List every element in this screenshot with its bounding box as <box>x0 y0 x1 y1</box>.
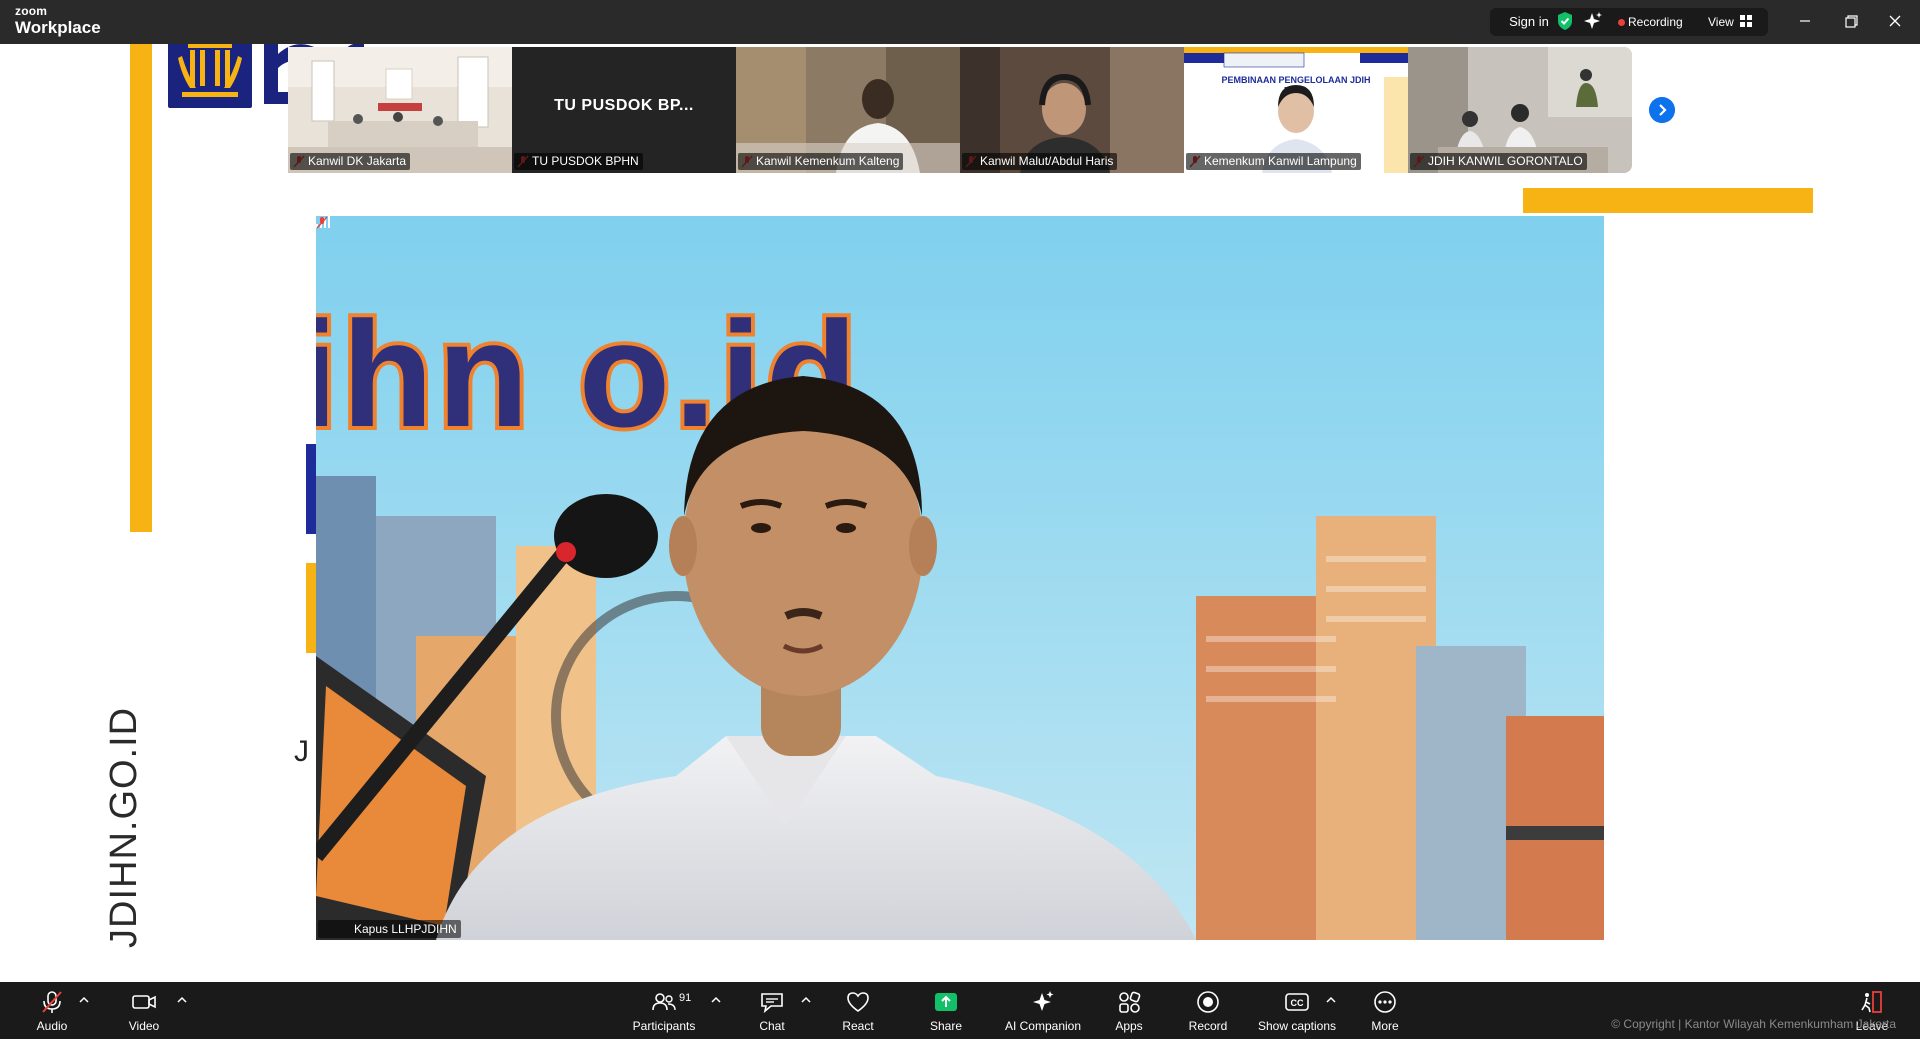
participant-tile[interactable]: Kanwil DK Jakarta <box>288 47 512 173</box>
title-bar: zoom Workplace Sign in Recording View <box>0 0 1920 44</box>
video-label: Video <box>128 1019 160 1033</box>
record-button[interactable]: Record <box>1178 982 1238 1039</box>
heart-icon <box>847 992 869 1012</box>
participants-button[interactable]: Participants <box>622 982 706 1039</box>
participant-tile[interactable]: PEMBINAAN PENGELOLAAN JDIH DI W... Kemen… <box>1184 47 1408 173</box>
lampung-title-text: PEMBINAAN PENGELOLAAN JDIH <box>1221 75 1370 85</box>
record-icon <box>1197 991 1219 1013</box>
participant-name: Kanwil Malut/Abdul Haris <box>962 153 1118 170</box>
participants-icon <box>652 993 676 1011</box>
record-label: Record <box>1188 1019 1228 1033</box>
participant-name: JDIH KANWIL GORONTALO <box>1410 153 1587 170</box>
chevron-up-icon[interactable] <box>177 996 187 1004</box>
audio-button[interactable]: Audio <box>22 982 82 1039</box>
sign-in-button[interactable]: Sign in <box>1498 11 1560 33</box>
more-button[interactable]: More <box>1355 982 1415 1039</box>
chat-button[interactable]: Chat <box>742 982 802 1039</box>
video-button[interactable]: Video <box>114 982 174 1039</box>
share-button[interactable]: Share <box>916 982 976 1039</box>
participant-name: Kanwil Kemenkum Kalteng <box>738 153 904 170</box>
mic-off-icon <box>42 991 62 1013</box>
minimize-icon[interactable] <box>1794 10 1816 32</box>
chevron-up-icon[interactable] <box>711 996 721 1004</box>
leave-door-icon <box>1861 991 1882 1013</box>
react-label: React <box>842 1019 874 1033</box>
video-camera-icon <box>132 995 156 1009</box>
apps-button[interactable]: Apps <box>1099 982 1159 1039</box>
restore-icon[interactable] <box>1840 10 1862 32</box>
chat-label: Chat <box>759 1019 785 1033</box>
speaker-video-frame: ihn o.id <box>316 216 1604 940</box>
share-screen-icon <box>935 993 957 1011</box>
participant-thumbnail-strip: Kanwil DK Jakarta TU PUSDOK BP... TU PUS… <box>288 47 1632 173</box>
recording-indicator[interactable]: Recording <box>1618 11 1683 33</box>
participant-tile[interactable]: TU PUSDOK BP... TU PUSDOK BPHN <box>512 47 736 173</box>
participant-tile[interactable]: JDIH KANWIL GORONTALO <box>1408 47 1632 173</box>
slide-partial-letter: J <box>294 735 309 768</box>
apps-icon <box>1119 991 1141 1013</box>
more-icon <box>1374 991 1396 1013</box>
participants-label: Participants <box>632 1019 696 1033</box>
active-speaker-name: Kapus LLHPJDIHN <box>318 920 461 938</box>
brand-zoom: zoom <box>15 4 48 18</box>
audio-label: Audio <box>36 1019 68 1033</box>
ai-companion-button[interactable]: AI Companion <box>998 982 1088 1039</box>
ai-companion-label: AI Companion <box>1004 1019 1082 1033</box>
view-button[interactable]: View <box>1708 11 1734 33</box>
active-speaker-video[interactable]: ihn o.id Kapus LLHPJDIHN <box>316 216 1604 940</box>
shield-check-icon[interactable] <box>1556 11 1574 31</box>
captions-icon: CC <box>1285 993 1309 1011</box>
participants-count: 91 <box>679 992 692 1004</box>
brand-workplace: Workplace <box>15 18 101 37</box>
apps-label: Apps <box>1115 1019 1143 1033</box>
more-label: More <box>1371 1019 1399 1033</box>
zoom-meeting-window: J JDIHN.GO.ID zoom Workplace Sign in Rec… <box>0 0 1920 1039</box>
sparkle-icon[interactable] <box>1583 11 1603 31</box>
slide-yellow-bar-right <box>1523 188 1813 213</box>
participant-name: TU PUSDOK BPHN <box>514 153 643 170</box>
svg-text:CC: CC <box>1291 998 1304 1008</box>
chevron-up-icon[interactable] <box>1326 996 1336 1004</box>
zoom-workplace-logo: zoom Workplace <box>15 5 101 36</box>
chevron-right-icon[interactable] <box>1649 97 1675 123</box>
show-captions-label: Show captions <box>1257 1019 1337 1033</box>
slide-blue-accent <box>306 444 316 534</box>
share-label: Share <box>929 1019 963 1033</box>
sparkle-icon <box>1033 991 1054 1011</box>
chat-bubble-icon <box>761 993 783 1014</box>
participant-tile[interactable]: Kanwil Kemenkum Kalteng <box>736 47 960 173</box>
participant-name-placeholder: TU PUSDOK BP... <box>554 97 694 114</box>
react-button[interactable]: React <box>828 982 888 1039</box>
copyright-watermark: © Copyright | Kantor Wilayah Kemenkumham… <box>1611 1017 1896 1031</box>
close-icon[interactable] <box>1884 10 1906 32</box>
participant-name: Kanwil DK Jakarta <box>290 153 411 170</box>
grid-icon[interactable] <box>1740 15 1752 27</box>
vtext-text: JDIHN.GO.ID <box>103 707 145 948</box>
chevron-up-icon[interactable] <box>801 996 811 1004</box>
slide-vertical-text: JDIHN.GO.ID <box>103 707 145 948</box>
show-captions-button[interactable]: CC Show captions <box>1252 982 1342 1039</box>
slide-yellow-bar <box>130 0 152 532</box>
chevron-up-icon[interactable] <box>79 996 89 1004</box>
participant-name: Kemenkum Kanwil Lampung <box>1186 153 1361 170</box>
slide-yellow-accent <box>306 563 316 653</box>
mic-off-icon <box>316 216 328 229</box>
participant-tile[interactable]: Kanwil Malut/Abdul Haris <box>960 47 1184 173</box>
